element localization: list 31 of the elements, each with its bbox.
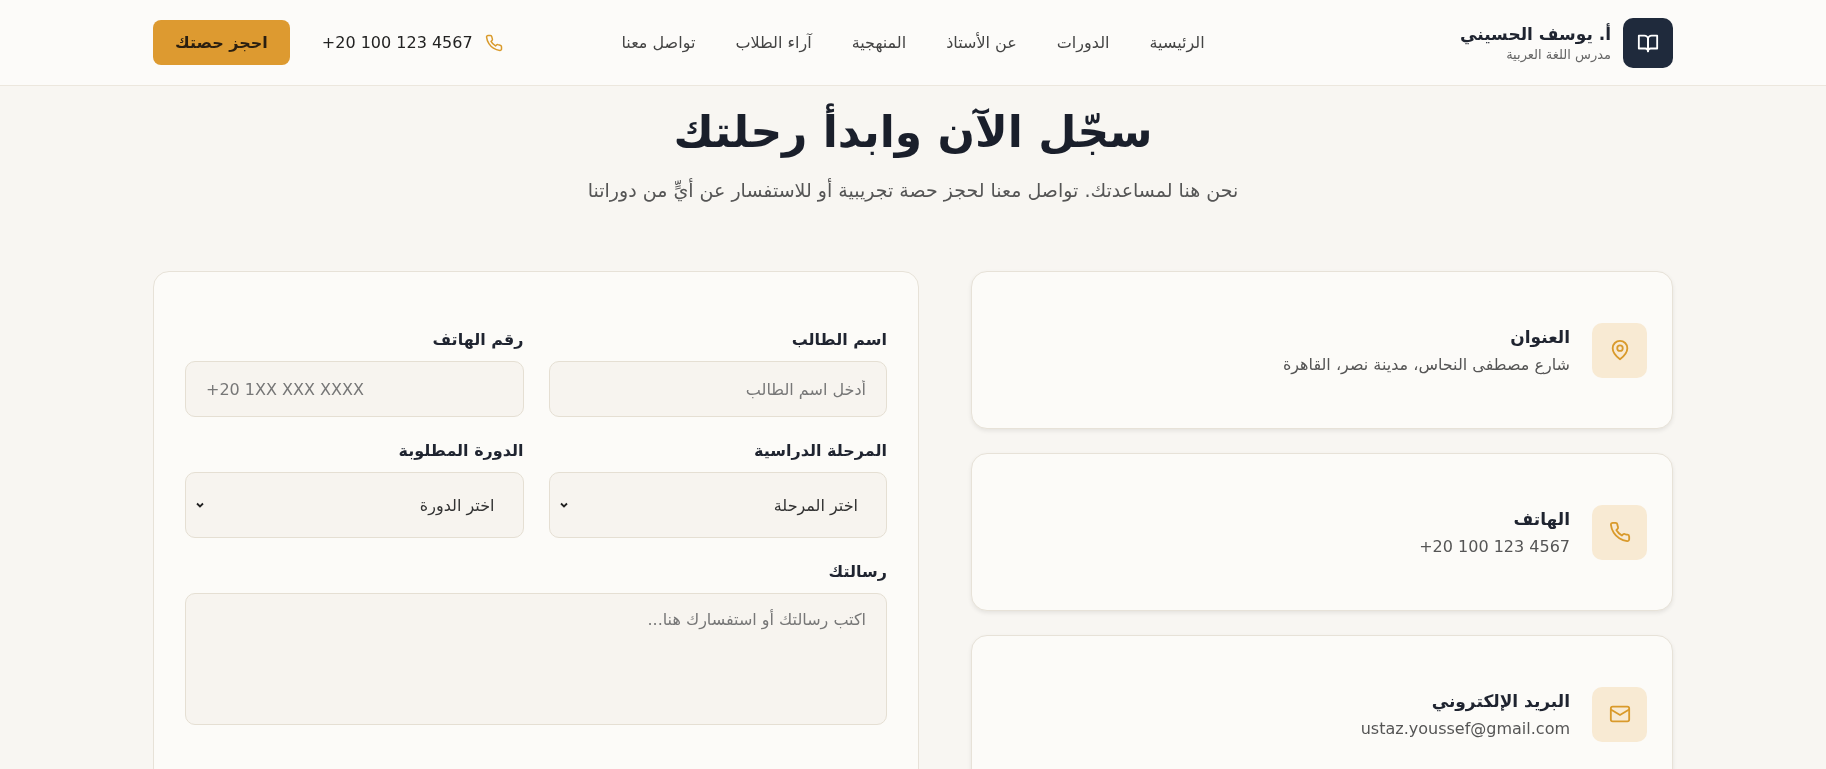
field-label: رقم الهاتف xyxy=(431,330,524,349)
book-lesson-button[interactable]: احجز حصتك xyxy=(153,20,290,65)
message-field[interactable]: اكتب رسالتك أو استفسارك هنا... xyxy=(185,593,887,725)
phone-icon xyxy=(1592,504,1647,560)
contact-value: +20 100 123 4567 xyxy=(1419,536,1570,556)
nav-link[interactable]: عن الأستاذ xyxy=(946,33,1017,52)
select-dropdown[interactable]: اختر الدورة xyxy=(185,472,524,538)
envelope-icon xyxy=(1592,686,1647,742)
field-label: الدورة المطلوبة xyxy=(397,441,524,460)
nav-link[interactable]: الرئيسية xyxy=(1149,33,1205,52)
section-subtitle: نحن هنا لمساعدتك. تواصل معنا لحجز حصة تجريبية أو للاستفسار عن أيٍّ من دوراتنا xyxy=(586,179,1240,201)
phone-icon xyxy=(484,33,503,52)
field-label: رسالتك xyxy=(827,562,887,581)
nav-link[interactable]: المنهجية xyxy=(851,33,907,52)
contact-label: الهاتف xyxy=(1512,508,1570,529)
header-phone: +20 100 123 4567 xyxy=(321,33,473,52)
teacher-name: أ. يوسف الحسيني xyxy=(1460,23,1611,44)
nav-link[interactable]: تواصل معنا xyxy=(621,33,696,52)
nav-link[interactable]: آراء الطلاب xyxy=(735,33,812,52)
book-icon xyxy=(1623,17,1673,68)
field-label: اسم الطالب xyxy=(790,330,887,349)
nav-link[interactable]: الدورات xyxy=(1056,33,1110,52)
contact-value: ustaz.youssef@gmail.com xyxy=(1360,718,1570,738)
location-pin-icon xyxy=(1592,322,1647,378)
phone-field[interactable]: +20 1XX XXX XXXX xyxy=(185,361,524,417)
select-dropdown[interactable]: اختر المرحلة xyxy=(548,472,887,538)
contact-label: العنوان xyxy=(1509,326,1570,347)
field-label: المرحلة الدراسية xyxy=(753,441,887,460)
contact-value: شارع مصطفى النحاس، مدينة نصر، القاهرة xyxy=(1282,354,1570,374)
contact-label: البريد الإلكتروني xyxy=(1430,690,1570,711)
teacher-subtitle: مدرس اللغة العربية xyxy=(1505,46,1611,62)
